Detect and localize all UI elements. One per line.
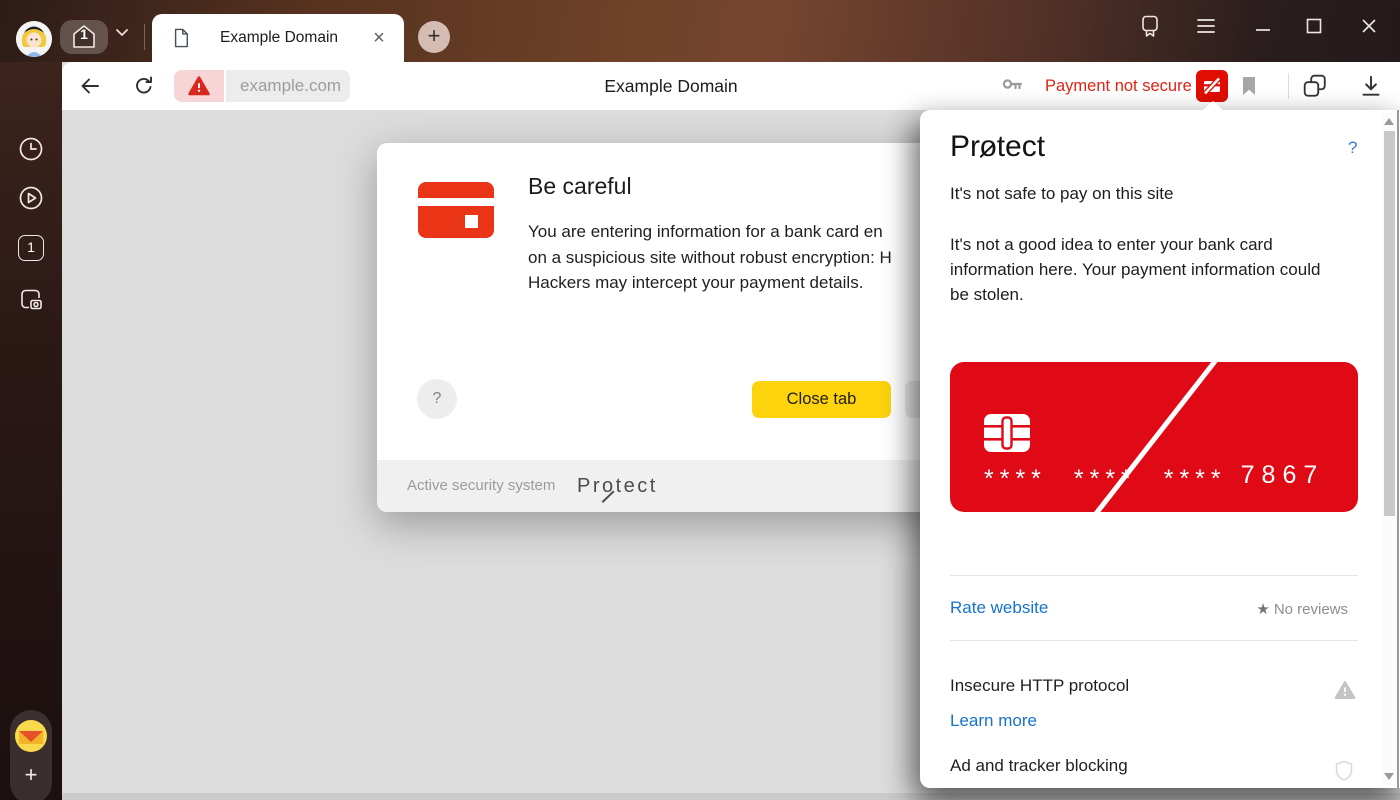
bookmarks-panel-icon[interactable]	[1136, 12, 1164, 40]
dialog-title: Be careful	[528, 173, 632, 200]
panel-caret	[1203, 101, 1223, 110]
bookmark-flag-icon[interactable]	[1240, 75, 1264, 99]
scroll-up-icon[interactable]	[1384, 118, 1394, 125]
http-warning-triangle-icon	[1334, 680, 1356, 702]
maximize-button[interactable]	[1300, 12, 1328, 40]
tab-group-chevron-down-icon[interactable]	[112, 26, 132, 40]
protect-status-icon[interactable]	[1196, 70, 1228, 102]
page-document-icon	[172, 28, 190, 48]
mail-app-icon[interactable]	[15, 720, 47, 752]
password-key-icon[interactable]	[1000, 74, 1024, 98]
menu-hamburger-icon[interactable]	[1192, 12, 1220, 40]
toolbar-separator	[1288, 73, 1289, 99]
tab-group-count: 1	[70, 26, 98, 42]
bank-card-icon	[418, 182, 494, 238]
tab-close-icon[interactable]: ×	[368, 27, 390, 49]
protect-wordmark: Protect	[577, 460, 658, 512]
toolbar: example.com Example Domain Payment not s…	[62, 62, 1400, 110]
history-clock-icon[interactable]	[18, 136, 44, 162]
address-bar[interactable]: example.com	[226, 70, 350, 102]
user-avatar[interactable]	[16, 21, 52, 57]
ad-blocking-label: Ad and tracker blocking	[950, 756, 1128, 776]
window-right-edge	[1397, 110, 1399, 788]
close-tab-button[interactable]: Close tab	[752, 381, 891, 418]
reload-button[interactable]	[132, 74, 156, 98]
protect-panel: Protect ? It's not safe to pay on this s…	[920, 110, 1400, 788]
browser-tab[interactable]: Example Domain ×	[152, 14, 404, 62]
panel-body: It's not a good idea to enter your bank …	[950, 232, 1328, 307]
site-warning-badge[interactable]	[174, 70, 224, 102]
add-app-button[interactable]: +	[10, 762, 52, 788]
insecure-http-label: Insecure HTTP protocol	[950, 676, 1129, 696]
card-chip-icon	[984, 414, 1030, 452]
tab-title: Example Domain	[190, 29, 368, 47]
shield-icon	[1334, 760, 1356, 782]
active-security-label: Active security system	[407, 460, 555, 512]
minimize-button[interactable]	[1249, 12, 1277, 40]
card-number: **** **** ****7867	[984, 461, 1324, 490]
dialog-body: You are entering information for a bank …	[528, 219, 948, 296]
download-icon[interactable]	[1358, 73, 1382, 97]
titlebar: 1 Example Domain × +	[0, 0, 1400, 62]
rate-website-link[interactable]: Rate website	[950, 598, 1048, 618]
sidebar-apps-pill: +	[10, 710, 52, 800]
dialog-footer: Active security system Protect	[377, 460, 960, 512]
media-play-icon[interactable]	[18, 185, 44, 211]
close-window-button[interactable]	[1355, 12, 1383, 40]
new-tab-button[interactable]: +	[418, 21, 450, 53]
sidebar-tab-counter[interactable]: 1	[18, 235, 44, 261]
panel-headline: It's not safe to pay on this site	[950, 184, 1173, 204]
reviews-status: ★No reviews	[1256, 600, 1348, 618]
scrollbar-thumb[interactable]	[1384, 131, 1395, 516]
collections-icon[interactable]	[1302, 73, 1326, 97]
tab-group-home-icon: 1	[70, 23, 98, 51]
panel-divider	[950, 575, 1358, 576]
warning-triangle-icon	[187, 75, 211, 97]
left-sidebar: 1 +	[0, 62, 62, 800]
dialog-help-button[interactable]: ?	[417, 379, 457, 419]
back-button[interactable]	[78, 74, 102, 98]
be-careful-dialog: Be careful You are entering information …	[377, 143, 960, 512]
panel-divider	[950, 640, 1358, 641]
page-title: Example Domain	[362, 62, 980, 110]
learn-more-link[interactable]: Learn more	[950, 711, 1037, 731]
panel-scrollbar[interactable]	[1381, 113, 1398, 785]
window-bottom-edge	[62, 793, 1400, 800]
screenshot-camera-icon[interactable]	[18, 286, 44, 312]
star-icon: ★	[1256, 601, 1269, 618]
panel-help-link[interactable]: ?	[1348, 138, 1357, 158]
payment-not-secure-label: Payment not secure	[1045, 62, 1192, 110]
titlebar-divider	[144, 24, 145, 50]
tab-group-pill[interactable]: 1	[60, 20, 108, 54]
avatar-girl-icon	[16, 21, 52, 57]
scroll-down-icon[interactable]	[1384, 773, 1394, 780]
browser-window: 1 Example Domain × +	[0, 0, 1400, 800]
protect-panel-title: Protect	[950, 130, 1045, 164]
